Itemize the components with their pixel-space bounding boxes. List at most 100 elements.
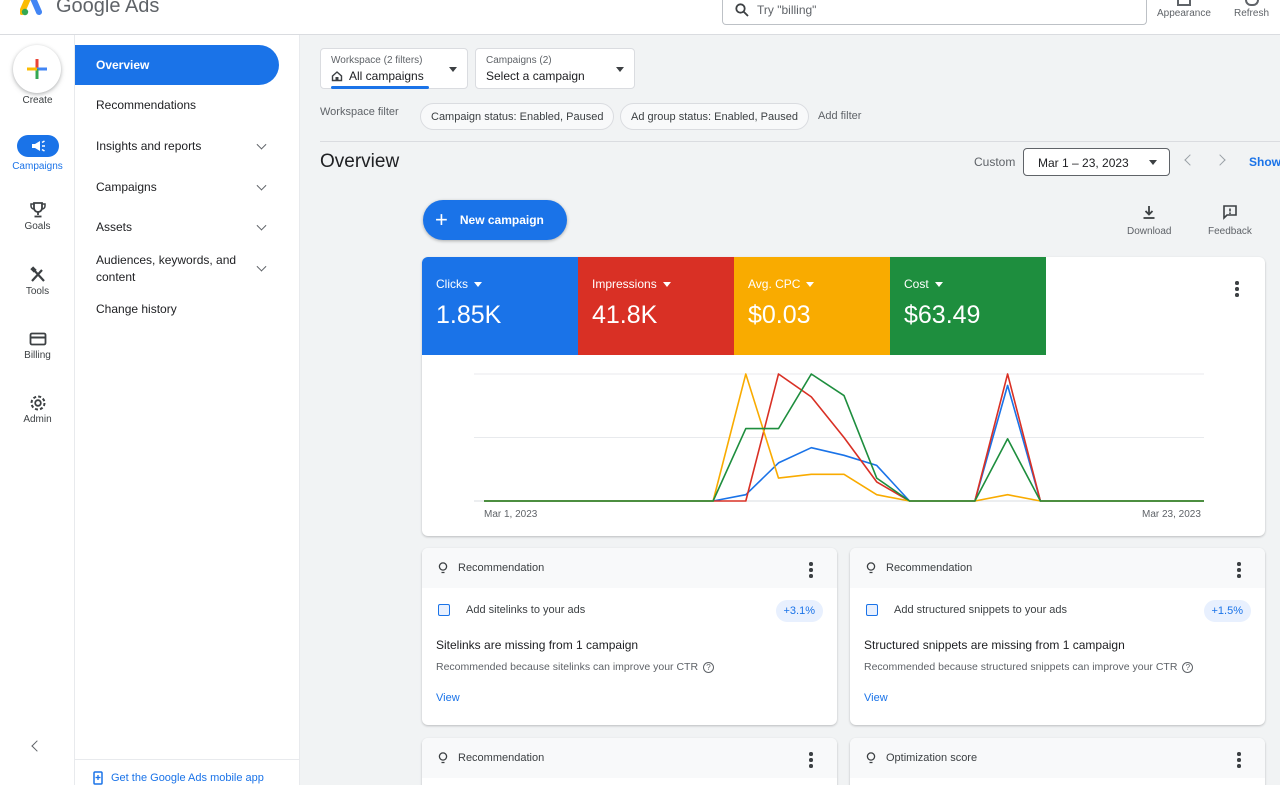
credit-card-icon xyxy=(29,332,46,346)
rec-header: Recommendation xyxy=(458,752,545,764)
recommendation-card-snippets: Recommendation Add structured snippets t… xyxy=(850,548,1265,725)
google-ads-logo[interactable]: Google Ads xyxy=(20,0,159,18)
feedback-icon xyxy=(1223,205,1237,220)
search-bar[interactable] xyxy=(722,0,1147,25)
rail-item-goals[interactable]: Goals xyxy=(0,201,75,232)
gear-icon xyxy=(30,395,45,411)
mobile-app-link[interactable]: Get the Google Ads mobile app xyxy=(93,771,264,785)
campaigns-label: Campaigns (2) xyxy=(486,55,552,66)
date-range-value: Mar 1 – 23, 2023 xyxy=(1038,156,1129,170)
mobile-app-label: Get the Google Ads mobile app xyxy=(111,772,264,784)
help-icon[interactable]: ? xyxy=(1182,661,1194,673)
rail-label-admin: Admin xyxy=(23,414,52,425)
home-icon xyxy=(331,71,343,82)
nav-item-change-history[interactable]: Change history xyxy=(75,302,279,316)
top-bar: Google Ads Appearance Refresh xyxy=(0,0,1280,35)
collapse-chevron-icon[interactable] xyxy=(31,740,43,752)
series-line-clicks[interactable] xyxy=(484,384,1204,502)
new-campaign-label: New campaign xyxy=(459,213,544,227)
search-icon xyxy=(735,3,749,17)
view-link[interactable]: View xyxy=(864,692,888,704)
next-period-icon[interactable] xyxy=(1214,154,1226,166)
score-uplift-badge: +3.1% xyxy=(775,600,823,622)
side-nav: Overview Recommendations Insights and re… xyxy=(75,35,300,785)
previous-period-icon[interactable] xyxy=(1184,154,1196,166)
rec-title: Sitelinks are missing from 1 campaign xyxy=(436,638,639,652)
refresh-button[interactable]: Refresh xyxy=(1234,0,1269,19)
workspace-dropdown[interactable]: Workspace (2 filters) All campaigns xyxy=(320,48,468,89)
nav-item-recommendations[interactable]: Recommendations xyxy=(75,98,279,112)
rec-desc: Recommended because sitelinks can improv… xyxy=(436,661,699,673)
plus-icon xyxy=(27,59,47,79)
rec-sub-label: Add structured snippets to your ads xyxy=(894,604,1068,616)
nav-item-overview[interactable]: Overview xyxy=(75,45,279,85)
nav-item-campaigns[interactable]: Campaigns xyxy=(75,180,279,194)
x-tick-label-start: Mar 1, 2023 xyxy=(484,509,538,520)
page-title: Overview xyxy=(320,151,400,172)
nav-item-label: Insights and reports xyxy=(96,139,202,153)
refresh-label: Refresh xyxy=(1234,8,1270,19)
lightbulb-icon xyxy=(438,562,448,574)
rail-label-billing: Billing xyxy=(24,350,51,361)
nav-item-label: Campaigns xyxy=(96,180,157,194)
new-campaign-button[interactable]: + New campaign xyxy=(423,200,567,240)
tools-icon xyxy=(29,266,45,282)
rec-header: Recommendation xyxy=(458,562,545,574)
app-name: Google Ads xyxy=(56,0,160,17)
workspace-value: All campaigns xyxy=(349,69,424,83)
campaign-dropdown[interactable]: Campaigns (2) Select a campaign xyxy=(475,48,635,89)
more-options-icon[interactable] xyxy=(1237,752,1241,770)
appearance-button[interactable]: Appearance xyxy=(1157,0,1211,19)
phone-icon xyxy=(93,771,103,785)
more-options-icon[interactable] xyxy=(809,752,813,770)
snippet-doc-icon xyxy=(866,604,878,616)
date-range-dropdown[interactable]: Mar 1 – 23, 2023 xyxy=(1023,148,1170,176)
filter-divider xyxy=(320,141,1280,142)
filter-chip-campaign-status[interactable]: Campaign status: Enabled, Paused xyxy=(420,103,615,130)
feedback-button[interactable]: Feedback xyxy=(1208,204,1252,237)
lightbulb-icon xyxy=(866,562,876,574)
line-chart xyxy=(474,373,1204,502)
rail-label-tools: Tools xyxy=(25,286,50,297)
nav-item-audiences[interactable]: Audiences, keywords, and content xyxy=(75,252,279,284)
chevron-down-icon xyxy=(256,261,267,272)
more-options-icon[interactable] xyxy=(1237,562,1241,580)
nav-item-label: Recommendations xyxy=(96,98,197,112)
score-uplift-badge: +1.5% xyxy=(1203,600,1251,622)
create-label: Create xyxy=(22,95,53,106)
rail-label-goals: Goals xyxy=(24,221,51,232)
workspace-filter-label: Workspace filter xyxy=(320,106,399,118)
rec-header: Optimization score xyxy=(886,752,978,764)
show-link[interactable]: Show xyxy=(1249,155,1280,169)
rail-item-campaigns[interactable]: Campaigns xyxy=(0,135,75,172)
filter-chip-ad-group-status[interactable]: Ad group status: Enabled, Paused xyxy=(620,103,809,130)
more-options-icon[interactable] xyxy=(809,562,813,580)
nav-item-insights-and-reports[interactable]: Insights and reports xyxy=(75,139,279,153)
add-filter-link[interactable]: Add filter xyxy=(818,110,861,122)
lightbulb-icon xyxy=(866,752,876,764)
megaphone-icon xyxy=(31,140,45,152)
download-button[interactable]: Download xyxy=(1127,204,1171,237)
help-icon[interactable]: ? xyxy=(703,661,715,673)
lightbulb-icon xyxy=(438,752,448,764)
nav-item-label: Change history xyxy=(96,302,177,316)
rail-item-admin[interactable]: Admin xyxy=(0,394,75,425)
plus-icon: + xyxy=(435,207,448,232)
rail-item-tools[interactable]: Tools xyxy=(0,266,75,297)
appearance-icon xyxy=(1176,0,1191,6)
x-tick-label-end: Mar 23, 2023 xyxy=(1142,509,1201,520)
feedback-label: Feedback xyxy=(1208,226,1252,237)
rail-label-campaigns: Campaigns xyxy=(12,161,63,172)
nav-item-assets[interactable]: Assets xyxy=(75,220,279,234)
create-button[interactable] xyxy=(13,45,61,93)
search-input[interactable] xyxy=(757,3,1137,17)
chip-label: Campaign status: Enabled, Paused xyxy=(431,110,604,123)
trophy-icon xyxy=(29,202,46,218)
chevron-down-icon xyxy=(256,139,267,150)
download-icon xyxy=(1143,206,1155,219)
rail-item-billing[interactable]: Billing xyxy=(0,330,75,361)
recommendation-card-sitelinks: Recommendation Add sitelinks to your ads… xyxy=(422,548,837,725)
date-custom-label: Custom xyxy=(974,155,1016,169)
view-link[interactable]: View xyxy=(436,692,460,704)
left-rail: Create Campaigns Goals Tools Billing Adm… xyxy=(0,35,75,785)
